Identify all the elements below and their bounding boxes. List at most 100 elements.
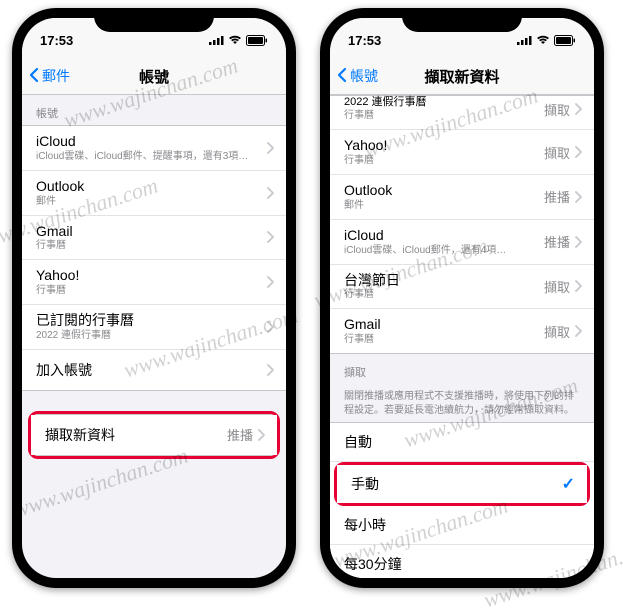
schedule-option[interactable]: 手動✓ — [337, 465, 587, 503]
row-sub: 行事曆 — [344, 110, 544, 122]
group-header-fetch: 擷取 — [330, 354, 594, 384]
row-title: 擷取新資料 — [45, 427, 227, 444]
back-label: 郵件 — [42, 66, 70, 86]
row-title: iCloud — [36, 133, 266, 150]
row-sub: 行事曆 — [36, 285, 266, 297]
account-row[interactable]: Gmail行事曆 — [22, 216, 286, 261]
row-title: Yahoo! — [36, 267, 266, 284]
row-title: Gmail — [36, 223, 266, 240]
phone-right: 17:53 帳號 — [320, 8, 604, 588]
group-note: 關閉推播或應用程式不支援推播時，將使用下列的排程設定。若要延長電池續航力，請勿經… — [330, 384, 594, 422]
row-detail: 擷取 — [544, 100, 570, 119]
nav-bar: 郵件 帳號 — [22, 58, 286, 95]
wifi-icon — [228, 35, 242, 45]
chevron-right-icon — [266, 187, 274, 199]
highlight-manual: 手動✓ — [334, 462, 590, 506]
row-title: 台灣節日 — [344, 272, 544, 289]
accounts-list: iCloudiCloud雲碟、iCloud郵件、提醒事項，還有3項…Outloo… — [22, 125, 286, 391]
row-sub: 2022 連假行事曆 — [36, 330, 266, 342]
status-icons — [209, 35, 268, 46]
account-row[interactable]: 2022 連假行事曆行事曆擷取 — [330, 96, 594, 130]
row-detail: 擷取 — [544, 322, 570, 341]
account-row[interactable]: Gmail行事曆擷取 — [330, 309, 594, 353]
schedule-option[interactable]: 每30分鐘 — [330, 545, 594, 578]
row-detail: 推播 — [227, 425, 253, 444]
account-row[interactable]: Yahoo!行事曆擷取 — [330, 130, 594, 175]
chevron-right-icon — [574, 191, 582, 203]
chevron-right-icon — [266, 231, 274, 243]
chevron-right-icon — [574, 280, 582, 292]
row-title: 加入帳號 — [36, 362, 266, 379]
schedule-list: 自動手動✓每小時每30分鐘每15分鐘 — [330, 422, 594, 578]
row-title: Outlook — [36, 178, 266, 195]
account-row[interactable]: 已訂閱的行事曆2022 連假行事曆 — [22, 305, 286, 350]
account-row[interactable]: Yahoo!行事曆 — [22, 260, 286, 305]
row-title: 已訂閱的行事曆 — [36, 312, 266, 329]
nav-title: 擷取新資料 — [424, 66, 499, 87]
account-row[interactable]: Outlook郵件推播 — [330, 175, 594, 220]
fetch-new-data-row[interactable]: 擷取新資料 推播 — [31, 415, 277, 455]
row-title: Yahoo! — [344, 137, 544, 154]
chevron-right-icon — [266, 142, 274, 154]
content-right: 2022 連假行事曆行事曆擷取Yahoo!行事曆擷取Outlook郵件推播iCl… — [330, 95, 594, 578]
account-row[interactable]: iCloudiCloud雲碟、iCloud郵件、提醒事項，還有3項… — [22, 126, 286, 171]
back-label: 帳號 — [350, 66, 378, 86]
chevron-left-icon — [28, 67, 42, 86]
row-title: iCloud — [344, 227, 544, 244]
back-button[interactable]: 郵件 — [28, 58, 70, 94]
status-icons — [517, 35, 576, 46]
row-sub: iCloud雲碟、iCloud郵件、提醒事項，還有3項… — [36, 151, 266, 163]
row-sub: 行事曆 — [344, 155, 544, 167]
battery-icon — [246, 35, 268, 46]
nav-bar: 帳號 擷取新資料 — [330, 58, 594, 95]
wifi-icon — [536, 35, 550, 45]
status-time: 17:53 — [40, 33, 73, 48]
group-header-accounts: 帳號 — [22, 95, 286, 125]
row-title: 自動 — [344, 434, 582, 451]
chevron-right-icon — [266, 364, 274, 376]
add-account-row[interactable]: 加入帳號 — [22, 350, 286, 390]
highlight-fetch: 擷取新資料 推播 — [28, 411, 280, 459]
chevron-right-icon — [574, 103, 582, 115]
row-title: Gmail — [344, 316, 544, 333]
row-detail: 推播 — [544, 187, 570, 206]
row-title: 2022 連假行事曆 — [344, 96, 544, 109]
chevron-right-icon — [574, 325, 582, 337]
row-sub: 郵件 — [36, 196, 266, 208]
checkmark-icon: ✓ — [562, 474, 575, 494]
row-sub: iCloud雲碟、iCloud郵件，還有4項… — [344, 245, 544, 257]
row-detail: 擷取 — [544, 277, 570, 296]
account-row[interactable]: 台灣節日行事曆擷取 — [330, 265, 594, 310]
schedule-option[interactable]: 自動 — [330, 423, 594, 462]
row-sub: 行事曆 — [36, 240, 266, 252]
cellular-icon — [209, 35, 224, 45]
phone-left: 17:53 郵件 — [12, 8, 296, 588]
schedule-option[interactable]: 每小時 — [330, 506, 594, 545]
notch — [94, 8, 214, 32]
row-detail: 擷取 — [544, 143, 570, 162]
nav-title: 帳號 — [139, 66, 169, 87]
screen-right: 17:53 帳號 — [330, 18, 594, 578]
content-left: 帳號 iCloudiCloud雲碟、iCloud郵件、提醒事項，還有3項…Out… — [22, 95, 286, 578]
row-title: 每小時 — [344, 517, 582, 534]
row-sub: 郵件 — [344, 200, 544, 212]
row-sub: 行事曆 — [344, 289, 544, 301]
account-row[interactable]: Outlook郵件 — [22, 171, 286, 216]
notch — [402, 8, 522, 32]
back-button[interactable]: 帳號 — [336, 58, 378, 94]
row-sub: 行事曆 — [344, 334, 544, 346]
chevron-right-icon — [266, 321, 274, 333]
accounts-list: 2022 連假行事曆行事曆擷取Yahoo!行事曆擷取Outlook郵件推播iCl… — [330, 95, 594, 354]
chevron-right-icon — [257, 429, 265, 441]
account-row[interactable]: iCloudiCloud雲碟、iCloud郵件，還有4項…推播 — [330, 220, 594, 265]
row-title: 手動 — [351, 476, 562, 493]
row-title: Outlook — [344, 182, 544, 199]
screen-left: 17:53 郵件 — [22, 18, 286, 578]
row-title: 每30分鐘 — [344, 556, 582, 573]
chevron-right-icon — [574, 236, 582, 248]
chevron-right-icon — [266, 276, 274, 288]
battery-icon — [554, 35, 576, 46]
status-time: 17:53 — [348, 33, 381, 48]
chevron-left-icon — [336, 67, 350, 86]
row-detail: 推播 — [544, 232, 570, 251]
